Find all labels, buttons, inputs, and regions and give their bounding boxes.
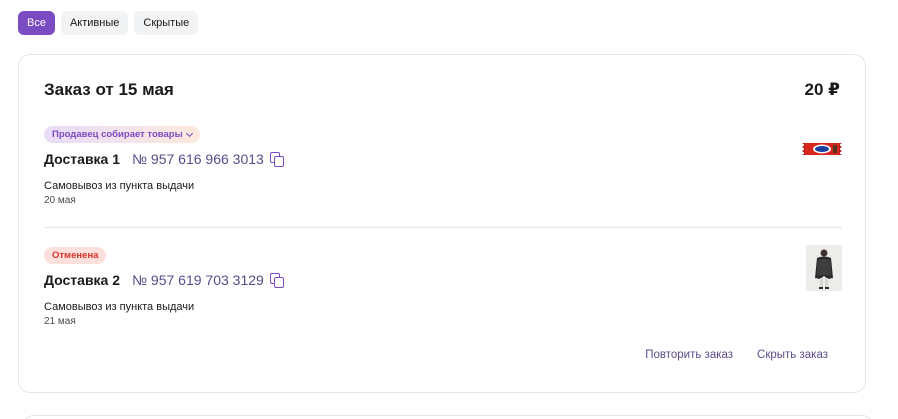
delivery-date: 21 мая [44, 316, 76, 327]
status-label: Отменена [52, 250, 99, 261]
delivery-method: Самовывоз из пункта выдачи [44, 301, 195, 313]
status-badge[interactable]: Продавец собирает товары [44, 126, 200, 143]
shipment-1: Продавец собирает товары Доставка 1 № 95… [44, 124, 842, 206]
filter-all[interactable]: Все [18, 11, 55, 35]
hide-order-button[interactable]: Скрыть заказ [757, 349, 828, 361]
delivery-name: Доставка 1 [44, 151, 121, 167]
order-actions: Повторить заказ Скрыть заказ [645, 349, 828, 361]
order-filter-tabs: Все Активные Скрытые [18, 11, 199, 35]
copy-icon[interactable] [269, 272, 285, 288]
person-in-coat-image[interactable] [806, 245, 842, 291]
shipment-2: Отменена Доставка 2 № 957 619 703 3129 С… [44, 245, 842, 327]
delivery-date: 20 мая [44, 195, 76, 206]
repeat-order-button[interactable]: Повторить заказ [645, 349, 733, 361]
status-label: Продавец собирает товары [52, 129, 183, 140]
chocolate-bar-image[interactable] [802, 137, 842, 161]
chevron-down-icon [185, 129, 193, 137]
order-card: Заказ от 15 мая 20 ₽ Продавец собирает т… [18, 54, 866, 393]
copy-icon[interactable] [269, 151, 285, 167]
delivery-number: № 957 619 703 3129 [132, 272, 264, 288]
next-order-card [22, 415, 874, 419]
filter-active[interactable]: Активные [60, 11, 129, 35]
filter-hidden[interactable]: Скрытые [134, 11, 199, 35]
order-total: 20 ₽ [804, 80, 840, 99]
delivery-number: № 957 616 966 3013 [132, 151, 264, 167]
delivery-name: Доставка 2 [44, 272, 121, 288]
delivery-line: Доставка 1 № 957 616 966 3013 [44, 150, 842, 168]
divider [44, 227, 842, 228]
status-badge: Отменена [44, 247, 107, 264]
delivery-line: Доставка 2 № 957 619 703 3129 [44, 271, 842, 289]
delivery-method: Самовывоз из пункта выдачи [44, 180, 195, 192]
order-title: Заказ от 15 мая [44, 80, 174, 99]
